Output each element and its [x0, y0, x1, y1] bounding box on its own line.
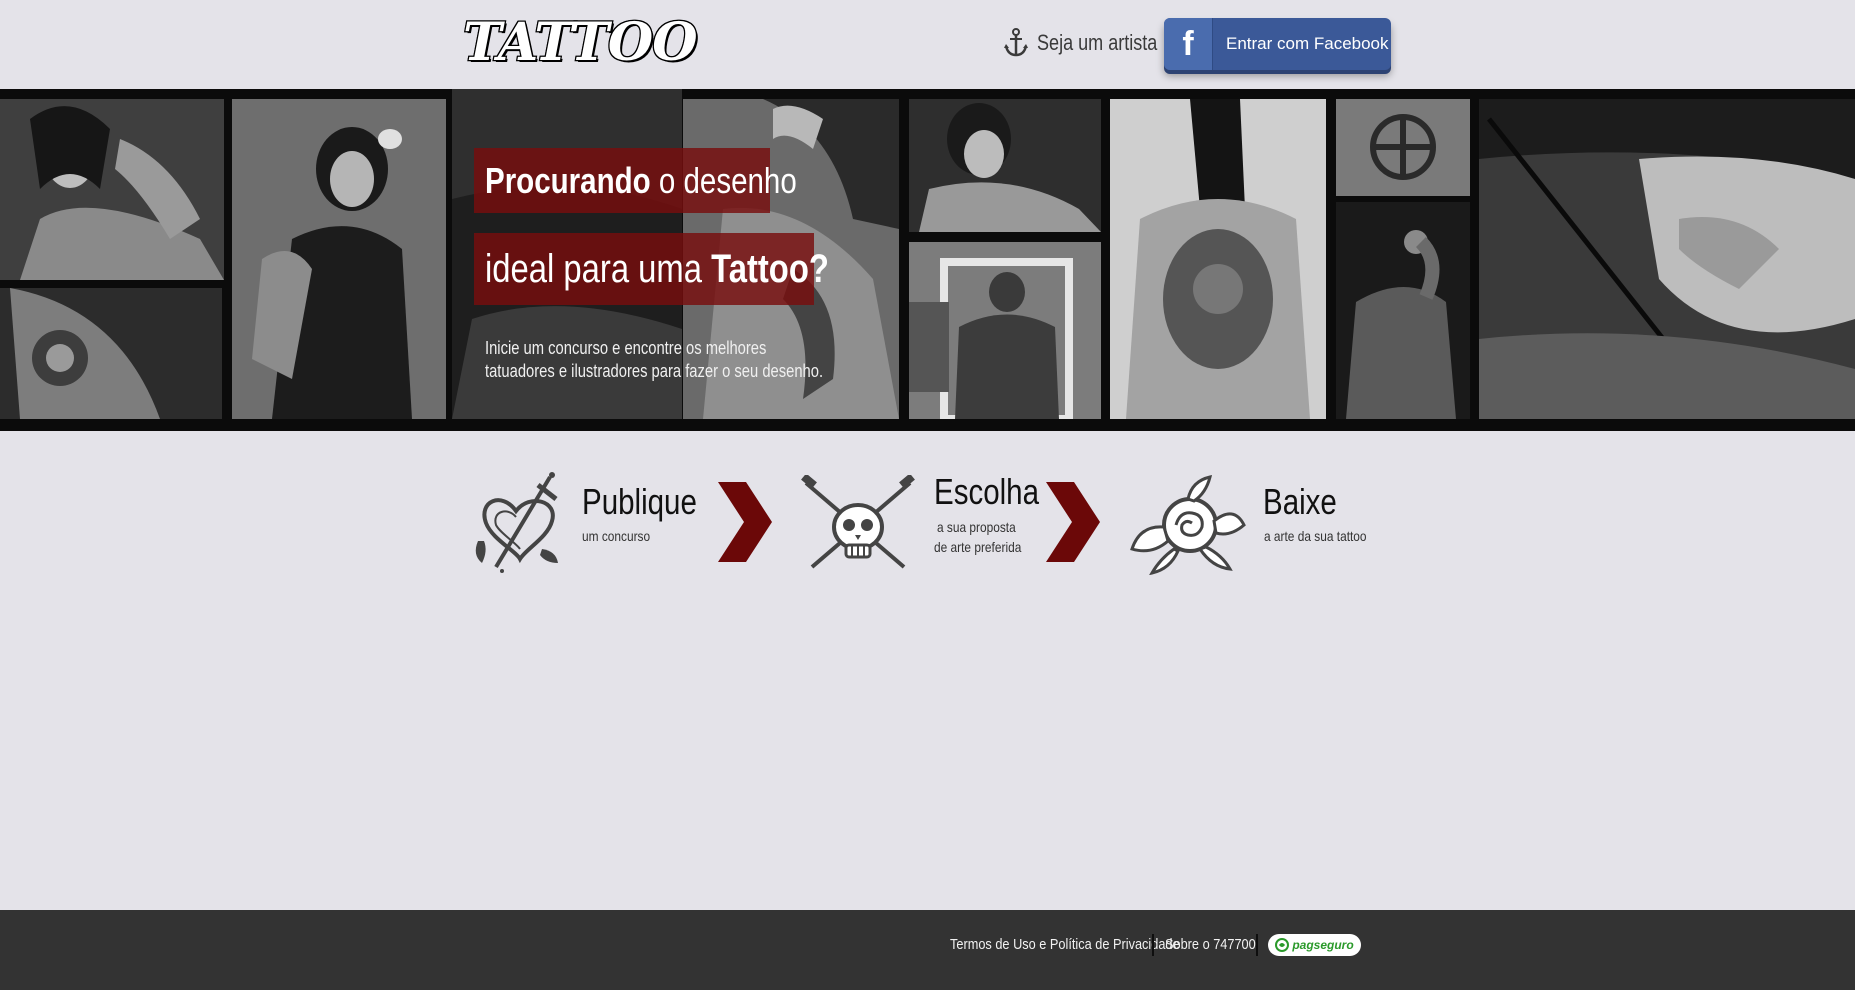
footer-separator: [1256, 934, 1258, 956]
hero-subtitle-line1: Inicie um concurso e encontre os melhore…: [485, 338, 767, 358]
step-choose-subtitle-line1: a sua proposta: [937, 519, 1016, 535]
step-arrow-icon: [718, 482, 772, 562]
heart-dagger-icon: [475, 472, 558, 573]
hero-photo-celtic-knot: [1336, 99, 1470, 196]
facebook-icon-box: f: [1164, 18, 1213, 70]
facebook-login-label: Entrar com Facebook: [1226, 34, 1389, 53]
facebook-login-button[interactable]: f Entrar com Facebook: [1164, 18, 1391, 70]
hero-headline-strong1: Procurando: [485, 159, 651, 201]
how-it-works-steps: Publique um concurso Escolha a sua propo…: [0, 431, 1855, 611]
step-arrow-icon: [1046, 482, 1100, 562]
step-choose-title: Escolha: [934, 471, 1040, 512]
step-download-subtitle: a arte da sua tattoo: [1264, 528, 1367, 544]
step-publish-title: Publique: [582, 481, 697, 522]
hero-photo-man-flexing: [1336, 202, 1470, 419]
hero-subtitle-line2: tatuadores e ilustradores para fazer o s…: [485, 361, 824, 381]
hero-photo-tattooed-leg: [0, 288, 222, 419]
hero-photo-woman-back-tattoo: [1110, 99, 1326, 419]
hero-headline-line2: ideal para uma Tattoo?: [474, 233, 829, 305]
hero-subtitle: Inicie um concurso e encontre os melhore…: [485, 337, 905, 383]
pagseguro-badge[interactable]: pagseguro: [1268, 934, 1361, 956]
hero-headline-rest2: ideal para uma: [485, 246, 712, 291]
hero-photo-hand-drawing: [1479, 99, 1855, 419]
pagseguro-logo-icon: [1275, 938, 1290, 952]
pagseguro-label: pagseguro: [1292, 938, 1354, 952]
step-publish-subtitle: um concurso: [582, 528, 651, 544]
hero-headline-strong2: Tattoo?: [711, 246, 829, 291]
step-choose-subtitle-line2: de arte preferida: [934, 539, 1022, 555]
hero-banner: Procurando o desenho ideal para uma Tatt…: [0, 89, 1855, 431]
site-footer: Termos de Uso e Política de Privacidade …: [0, 910, 1855, 990]
hero-photo-woman-tattooed-arm: [0, 99, 224, 280]
hero-headline-rest1: o desenho: [650, 159, 797, 201]
step-download-title: Baixe: [1263, 481, 1337, 522]
hero-photo-man-with-frame: [909, 242, 1101, 419]
hero-headline-line1: Procurando o desenho: [474, 148, 797, 213]
site-logo[interactable]: TATTOO: [462, 14, 699, 71]
footer-separator: [1152, 934, 1154, 956]
hero-photo-woman-tattooed-shoulder: [909, 99, 1101, 232]
hero-photo-pinup-woman: [232, 99, 446, 419]
skull-daggers-icon: [801, 475, 915, 569]
artist-signup-label: Seja um artista: [1037, 30, 1158, 55]
site-header: TATTOO Seja um artista f Entrar com Face…: [0, 0, 1855, 89]
rose-icon: [1130, 475, 1246, 575]
facebook-icon: f: [1182, 25, 1194, 63]
artist-signup-link[interactable]: Seja um artista: [1003, 26, 1184, 60]
anchor-icon: [1004, 28, 1028, 57]
